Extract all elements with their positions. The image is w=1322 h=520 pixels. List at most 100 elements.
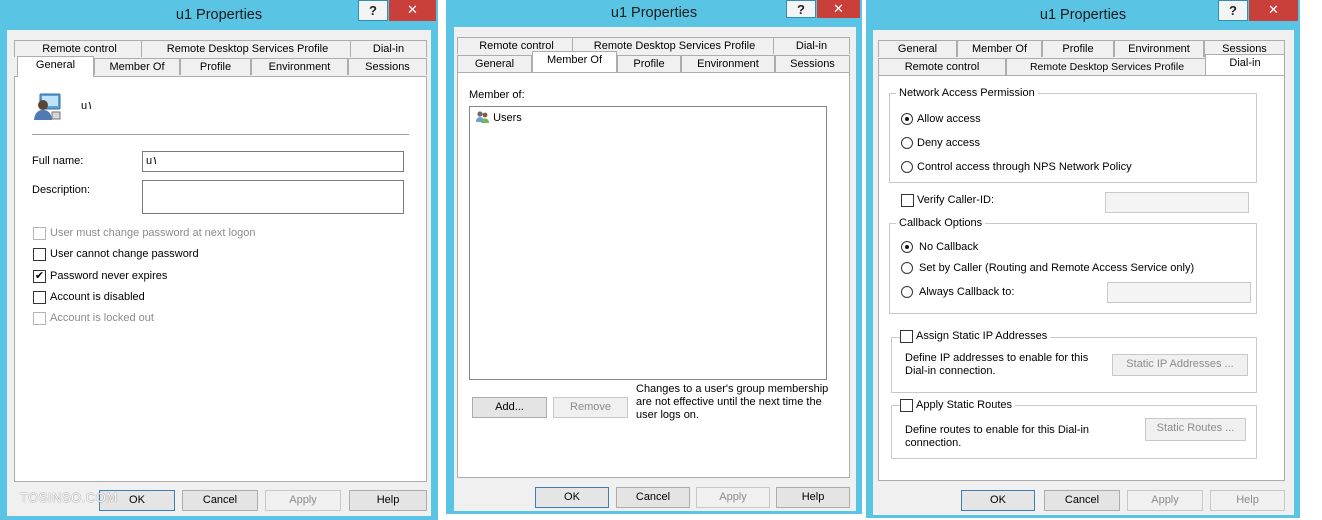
assign-static-ip-checkbox[interactable] <box>900 330 913 343</box>
tab-environment[interactable]: Environment <box>1114 40 1204 57</box>
tab-dial-in[interactable]: Dial-in <box>350 40 427 57</box>
deny-access-radio[interactable] <box>901 137 913 149</box>
static-ip-addresses-button[interactable]: Static IP Addresses ... <box>1112 354 1248 376</box>
help-title-button[interactable]: ? <box>358 0 388 21</box>
full-name-value: u١ <box>146 155 159 167</box>
group-name: Users <box>493 112 522 124</box>
description-label: Description: <box>32 184 91 196</box>
description-input[interactable] <box>142 180 404 214</box>
dialog-client-area: Remote control Remote Desktop Services P… <box>7 30 431 516</box>
close-title-button[interactable]: ✕ <box>1249 0 1298 21</box>
static-routes-button[interactable]: Static Routes ... <box>1145 418 1246 441</box>
nap-group-title: Network Access Permission <box>896 87 1038 99</box>
tab-sessions[interactable]: Sessions <box>348 58 427 75</box>
add-button[interactable]: Add... <box>472 397 547 418</box>
static-routes-description: Define routes to enable for this Dial-in… <box>905 424 1090 449</box>
always-callback-label: Always Callback to: <box>919 286 1015 298</box>
ok-button[interactable]: OK <box>535 487 609 508</box>
password-never-expires-checkbox[interactable]: ✔ <box>33 270 46 283</box>
tab-profile[interactable]: Profile <box>180 58 251 75</box>
cancel-button[interactable]: Cancel <box>1044 490 1120 511</box>
tab-member-of[interactable]: Member Of <box>957 40 1042 57</box>
verify-caller-id-label: Verify Caller-ID: <box>917 194 995 206</box>
tab-remote-control[interactable]: Remote control <box>14 40 145 57</box>
callback-group-title: Callback Options <box>896 217 986 229</box>
dialog-client-area: Remote control Remote Desktop Services P… <box>454 27 856 511</box>
member-of-label: Member of: <box>469 89 525 101</box>
tab-profile[interactable]: Profile <box>617 55 681 72</box>
groups-list[interactable]: Users <box>469 106 827 380</box>
tab-environment[interactable]: Environment <box>681 55 775 72</box>
account-locked-label: Account is locked out <box>50 312 154 324</box>
allow-access-label: Allow access <box>917 113 981 125</box>
deny-access-label: Deny access <box>917 137 980 149</box>
user-icon <box>34 93 61 120</box>
properties-window-member-of: u1 Properties ? ✕ Remote control Remote … <box>446 0 862 514</box>
properties-window-dial-in: u1 Properties ? ✕ General Member Of Prof… <box>866 0 1300 518</box>
tab-page-general: u١ Full name: u١ Description: User must … <box>14 76 427 482</box>
no-callback-label: No Callback <box>919 241 979 253</box>
password-never-expires-label: Password never expires <box>50 270 168 282</box>
tab-general[interactable]: General <box>878 40 957 57</box>
no-callback-radio[interactable] <box>901 241 913 253</box>
tab-page-member-of: Member of: Users Add... Remove Changes t… <box>457 72 850 478</box>
cancel-button[interactable]: Cancel <box>616 487 690 508</box>
user-name-label: u١ <box>81 100 94 112</box>
tab-page-dial-in: Network Access Permission Allow access D… <box>878 75 1285 481</box>
set-by-caller-label: Set by Caller (Routing and Remote Access… <box>919 262 1195 274</box>
full-name-input[interactable]: u١ <box>142 151 404 172</box>
list-item[interactable]: Users <box>475 110 522 126</box>
checkmark-icon: ✔ <box>34 270 45 282</box>
tab-rds-profile[interactable]: Remote Desktop Services Profile <box>141 40 354 57</box>
static-ip-description: Define IP addresses to enable for this D… <box>905 352 1089 377</box>
watermark: TOSINSO.COM <box>20 490 118 505</box>
callback-number-input[interactable] <box>1107 282 1251 303</box>
help-button[interactable]: Help <box>349 490 427 511</box>
cannot-change-password-label: User cannot change password <box>50 248 199 260</box>
group-icon <box>476 111 489 123</box>
must-change-password-label: User must change password at next logon <box>50 227 256 239</box>
tab-member-of[interactable]: Member Of <box>94 58 180 75</box>
dialog-client-area: General Member Of Profile Environment Se… <box>873 30 1294 515</box>
apply-button[interactable]: Apply <box>696 487 770 508</box>
nps-control-label: Control access through NPS Network Polic… <box>917 161 1132 173</box>
full-name-label: Full name: <box>32 155 84 167</box>
must-change-password-checkbox[interactable] <box>33 227 46 240</box>
tab-dial-in[interactable]: Dial-in <box>773 37 850 54</box>
help-title-button[interactable]: ? <box>1218 0 1248 21</box>
caller-id-input[interactable] <box>1105 192 1249 213</box>
static-routes-group-title: Apply Static Routes <box>913 399 1015 411</box>
apply-button[interactable]: Apply <box>265 490 341 511</box>
set-by-caller-radio[interactable] <box>901 262 913 274</box>
tab-general[interactable]: General <box>457 55 532 72</box>
verify-caller-id-checkbox[interactable] <box>901 194 914 207</box>
tab-environment[interactable]: Environment <box>251 58 348 75</box>
close-title-button[interactable]: ✕ <box>817 0 860 18</box>
properties-window-general: u1 Properties ? ✕ Remote control Remote … <box>0 0 438 520</box>
separator <box>32 134 409 135</box>
apply-static-routes-checkbox[interactable] <box>900 399 913 412</box>
always-callback-radio[interactable] <box>901 286 913 298</box>
ok-button[interactable]: OK <box>961 490 1035 511</box>
tab-remote-control[interactable]: Remote control <box>878 58 1006 75</box>
cannot-change-password-checkbox[interactable] <box>33 248 46 261</box>
tab-dial-in[interactable]: Dial-in <box>1205 54 1285 75</box>
apply-button[interactable]: Apply <box>1127 490 1203 511</box>
close-title-button[interactable]: ✕ <box>389 0 436 21</box>
account-disabled-checkbox[interactable] <box>33 291 46 304</box>
allow-access-radio[interactable] <box>901 113 913 125</box>
membership-note: Changes to a user's group membership are… <box>636 383 829 421</box>
tab-general[interactable]: General <box>17 56 94 77</box>
remove-button[interactable]: Remove <box>553 397 628 418</box>
help-button[interactable]: Help <box>776 487 850 508</box>
tab-profile[interactable]: Profile <box>1042 40 1114 57</box>
account-disabled-label: Account is disabled <box>50 291 145 303</box>
account-locked-checkbox[interactable] <box>33 312 46 325</box>
nps-control-radio[interactable] <box>901 161 913 173</box>
tab-rds-profile[interactable]: Remote Desktop Services Profile <box>1006 58 1208 75</box>
help-title-button[interactable]: ? <box>786 0 816 18</box>
cancel-button[interactable]: Cancel <box>182 490 258 511</box>
tab-sessions[interactable]: Sessions <box>775 55 850 72</box>
help-button[interactable]: Help <box>1210 490 1285 511</box>
tab-member-of[interactable]: Member Of <box>532 51 617 72</box>
